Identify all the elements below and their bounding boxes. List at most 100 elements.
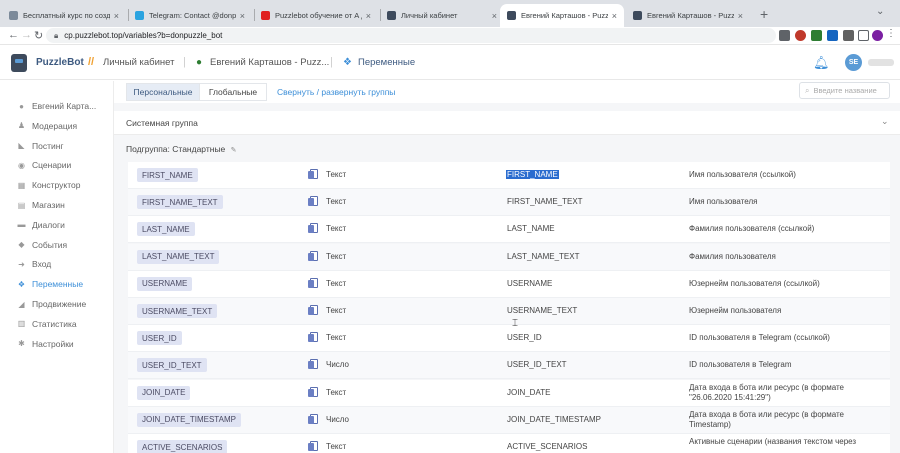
extension-icon[interactable] [811,30,822,41]
variable-type: Текст [326,251,347,261]
browser-tab[interactable]: Личный кабинет × [380,4,504,27]
variable-name-tag[interactable]: LAST_NAME [137,222,195,237]
variable-code[interactable]: LAST_NAME_TEXT [507,252,579,261]
variable-description: ID пользователя в Telegram (ссылкой) [689,333,830,343]
back-icon[interactable]: ← [8,29,19,41]
chevron-down-icon[interactable]: ⌄ [881,116,889,127]
toggle-groups-link[interactable]: Свернуть / развернуть группы [277,87,395,97]
sidebar-item[interactable]: ◢ Продвижение [17,296,86,312]
search-input[interactable]: ⌕ Введите название [799,82,890,99]
sidebar-item-label: Конструктор [32,180,81,191]
close-tab-icon[interactable]: × [366,11,371,21]
search-placeholder: Введите название [813,86,877,95]
copy-icon[interactable] [308,332,318,343]
lock-icon: 🔒︎ [54,30,59,40]
copy-icon[interactable] [308,413,318,424]
variable-code[interactable]: JOIN_DATE [507,388,550,397]
variable-name-tag[interactable]: USERNAME_TEXT [137,304,218,318]
tab-global[interactable]: Глобальные [199,83,267,101]
extension-icon[interactable] [827,30,838,41]
copy-icon[interactable] [308,305,318,315]
sidebar-item[interactable]: ◣ Постинг [17,138,63,154]
sidebar-item[interactable]: ▬ Диалоги [17,217,65,233]
avatar[interactable]: SE [845,54,862,71]
bell-icon[interactable]: 🔔︎ [813,55,830,71]
close-tab-icon[interactable]: × [738,11,743,21]
new-tab-button[interactable]: + [760,6,768,22]
copy-icon[interactable] [308,223,318,234]
users-icon: ♟ [17,121,26,131]
close-tab-icon[interactable]: × [240,11,245,21]
copy-icon[interactable] [308,196,318,207]
variable-name-tag[interactable]: FIRST_NAME [137,168,198,182]
forward-icon[interactable]: → [21,29,32,41]
tab-personal[interactable]: Персональные [126,83,200,101]
close-tab-icon[interactable]: × [114,11,119,21]
variable-name-tag[interactable]: USERNAME [137,276,193,291]
sidebar-item[interactable]: ● Евгений Карта... [17,98,96,114]
variable-code[interactable]: LAST_NAME [507,224,555,233]
variables-icon: ❖ [343,57,352,68]
breadcrumb-variables[interactable]: Переменные [358,57,415,68]
close-tab-icon[interactable]: × [612,11,617,21]
reload-icon[interactable]: ↻ [34,29,43,42]
variable-code[interactable]: USER_ID [507,333,542,342]
sidebar-item[interactable]: ♟ Модерация [17,118,77,134]
sidebar-item[interactable]: ▥ Статистика [17,316,77,332]
extension-icon[interactable] [795,30,806,41]
puzzlebot-logo-icon[interactable] [11,54,27,72]
table-row: JOIN_DATE Текст JOIN_DATE Дата входа в бота… [128,379,890,407]
sidebar-item[interactable]: ▤ Магазин [17,197,65,213]
variable-code[interactable]: USERNAME_TEXT [507,306,577,315]
tab-favicon-icon [633,11,642,20]
extension-icon[interactable] [779,30,790,41]
edit-icon[interactable]: ✎ [231,147,237,154]
variable-code[interactable]: USER_ID_TEXT [507,360,567,369]
copy-icon[interactable] [308,250,318,261]
tab-search-icon[interactable]: ⌄ [876,6,884,17]
address-bar[interactable]: 🔒︎ cp.puzzlebot.top/variables?b=donpuzzl… [46,28,776,43]
variable-code[interactable]: FIRST_NAME_TEXT [507,197,583,206]
browser-tab[interactable]: Бесплатный курс по создани × [2,4,126,27]
copy-icon[interactable] [308,359,318,370]
copy-icon[interactable] [308,169,318,179]
browser-tab[interactable]: Puzzlebot обучение от А до Я × [254,4,378,27]
breadcrumb-bot[interactable]: Евгений Карташов - Puzz... [210,57,329,68]
sidepanel-icon[interactable] [858,30,869,41]
variable-name-tag[interactable]: LAST_NAME_TEXT [137,249,220,264]
sidebar-item[interactable]: ▦ Конструктор [17,177,81,193]
copy-icon[interactable] [308,441,318,451]
variable-code[interactable]: JOIN_DATE_TIMESTAMP [507,415,601,424]
close-tab-icon[interactable]: × [492,11,497,21]
variable-name-tag[interactable]: FIRST_NAME_TEXT [137,195,223,210]
sidebar-item[interactable]: ❖ Переменные [17,276,83,292]
sidebar-item[interactable]: ✱ Настройки [17,336,74,352]
variable-code[interactable]: ACTIVE_SCENARIOS [507,442,587,451]
browser-tab[interactable]: Telegram: Contact @donpuzzle × [128,4,252,27]
brand-name[interactable]: PuzzleBot [36,57,84,68]
variable-name-tag[interactable]: ACTIVE_SCENARIOS [137,440,228,453]
events-icon: ◆ [18,240,25,250]
breadcrumb-cabinet[interactable]: Личный кабинет [103,57,174,68]
variable-code[interactable]: FIRST_NAME [506,170,559,179]
sidebar-item[interactable]: ◉ Сценарии [17,157,71,173]
variable-code[interactable]: USERNAME [507,279,552,288]
tab-title: Puzzlebot обучение от А до Я [275,11,362,20]
sidebar-item[interactable]: ◆ События [17,237,67,253]
profile-icon[interactable] [872,30,883,41]
browser-tab[interactable]: Евгений Карташов - Puzzlebot × [500,4,624,27]
copy-icon[interactable] [308,277,318,288]
sidebar-item[interactable]: ➜ Вход [17,256,51,272]
copy-icon[interactable] [308,386,318,397]
menu-icon[interactable]: ⋮ [886,28,897,39]
browser-tab[interactable]: Евгений Карташов - Puzzlebot × [626,4,750,27]
variable-name-tag[interactable]: USER_ID [137,331,182,346]
puzzle-icon[interactable] [843,30,854,41]
group-header[interactable]: Системная группа ⌄ [114,111,900,135]
variable-type: Текст [326,170,347,179]
variable-name-tag[interactable]: JOIN_DATE [137,385,191,400]
table-row: LAST_NAME_TEXT Текст LAST_NAME_TEXT Фамилия… [128,243,890,271]
table-row: ACTIVE_SCENARIOS Текст ACTIVE_SCENARIOS Акт… [128,434,890,453]
variable-name-tag[interactable]: JOIN_DATE_TIMESTAMP [137,412,241,427]
variable-name-tag[interactable]: USER_ID_TEXT [137,358,207,373]
